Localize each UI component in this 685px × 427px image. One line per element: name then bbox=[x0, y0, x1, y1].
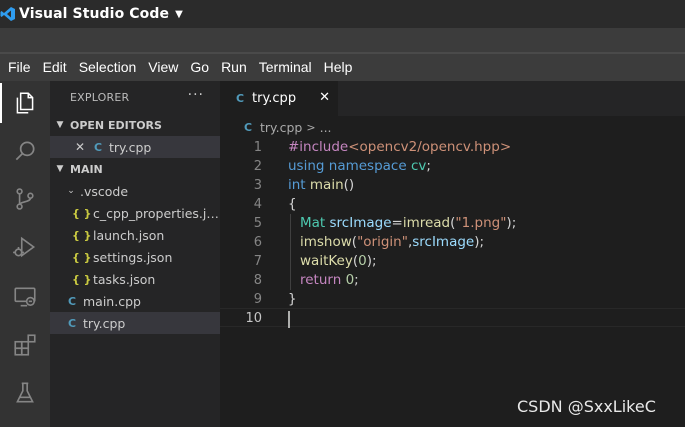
run-debug-icon[interactable] bbox=[0, 227, 50, 267]
explorer-title: EXPLORER bbox=[70, 91, 130, 104]
menu-terminal[interactable]: Terminal bbox=[253, 54, 318, 81]
chevron-right-icon: > bbox=[306, 120, 316, 134]
code-line: 7 waitKey(0); bbox=[220, 252, 685, 271]
file-name: c_cpp_properties.js... bbox=[93, 205, 220, 221]
line-number: 1 bbox=[253, 140, 262, 155]
menu-run[interactable]: Run bbox=[215, 54, 253, 81]
code-line: 4 { bbox=[220, 195, 685, 214]
explorer-sidebar: EXPLORER ··· ▼ OPEN EDITORS ✕ C try.cpp … bbox=[50, 81, 220, 427]
main-folder-section[interactable]: ▼ MAIN bbox=[50, 158, 220, 180]
vscode-logo-icon bbox=[0, 6, 16, 22]
line-number: 8 bbox=[253, 273, 262, 288]
line-number: 4 bbox=[253, 197, 262, 212]
open-editors-label: OPEN EDITORS bbox=[70, 118, 162, 132]
cpp-file-icon: C bbox=[67, 294, 77, 308]
code-text: using namespace cv; bbox=[288, 158, 431, 174]
close-icon[interactable]: ✕ bbox=[70, 140, 90, 154]
extensions-icon[interactable] bbox=[0, 325, 50, 365]
code-line: 5 Mat srcImage=imread("1.png"); bbox=[220, 214, 685, 233]
line-number: 10 bbox=[245, 311, 262, 326]
activity-bar bbox=[0, 81, 50, 427]
code-line: 1 #include<opencv2/opencv.hpp> bbox=[220, 138, 685, 157]
tree-file[interactable]: { } c_cpp_properties.js... bbox=[50, 202, 220, 224]
file-name: tasks.json bbox=[93, 271, 156, 287]
chevron-down-icon: ▼ bbox=[56, 120, 64, 130]
cpp-file-icon: C bbox=[67, 316, 77, 330]
breadcrumb-file[interactable]: try.cpp bbox=[260, 120, 302, 135]
code-text: waitKey(0); bbox=[300, 253, 377, 269]
breadcrumb: C try.cpp > ... bbox=[220, 116, 685, 138]
tree-file[interactable]: C main.cpp bbox=[50, 290, 220, 312]
window-title-bar bbox=[0, 28, 685, 54]
code-editor[interactable]: 1 #include<opencv2/opencv.hpp> 2 using n… bbox=[220, 138, 685, 427]
tab-label: try.cpp bbox=[252, 91, 297, 106]
cpp-file-icon: C bbox=[235, 92, 245, 105]
os-top-bar: Visual Studio Code ▼ bbox=[0, 0, 685, 28]
json-file-icon: { } bbox=[72, 228, 92, 242]
json-file-icon: { } bbox=[72, 272, 92, 286]
code-text: } bbox=[288, 291, 297, 307]
menu-go[interactable]: Go bbox=[184, 54, 215, 81]
chevron-down-icon: ⌄ bbox=[67, 186, 75, 196]
line-number: 6 bbox=[253, 235, 262, 250]
cpp-file-icon: C bbox=[243, 120, 253, 134]
open-editors-section[interactable]: ▼ OPEN EDITORS bbox=[50, 114, 220, 136]
code-line: 3 int main() bbox=[220, 176, 685, 195]
line-number: 9 bbox=[253, 292, 262, 307]
code-text: imshow("origin",srcImage); bbox=[300, 234, 485, 250]
testing-icon[interactable] bbox=[0, 373, 50, 413]
close-icon[interactable]: ✕ bbox=[319, 90, 330, 105]
menu-help[interactable]: Help bbox=[318, 54, 359, 81]
menu-file[interactable]: File bbox=[2, 54, 37, 81]
file-name: settings.json bbox=[93, 249, 173, 265]
more-actions-icon[interactable]: ··· bbox=[188, 87, 204, 103]
code-text: #include<opencv2/opencv.hpp> bbox=[288, 139, 512, 155]
text-cursor bbox=[288, 311, 290, 328]
tree-file[interactable]: { } tasks.json bbox=[50, 268, 220, 290]
line-number: 3 bbox=[253, 178, 262, 193]
tree-file-selected[interactable]: C try.cpp bbox=[50, 312, 220, 334]
code-line: 2 using namespace cv; bbox=[220, 157, 685, 176]
file-name: launch.json bbox=[93, 227, 165, 243]
code-text: return 0; bbox=[300, 272, 359, 288]
file-name: main.cpp bbox=[83, 293, 141, 309]
open-editor-label: try.cpp bbox=[109, 139, 152, 155]
caret-down-icon[interactable]: ▼ bbox=[175, 9, 183, 20]
open-editor-item[interactable]: ✕ C try.cpp bbox=[50, 136, 220, 158]
tab-try-cpp[interactable]: C try.cpp ✕ bbox=[220, 81, 338, 116]
explorer-icon[interactable] bbox=[0, 83, 50, 123]
folder-label: MAIN bbox=[70, 162, 103, 176]
search-icon[interactable] bbox=[0, 131, 50, 171]
tree-file[interactable]: { } launch.json bbox=[50, 224, 220, 246]
explorer-header: EXPLORER ··· bbox=[50, 81, 220, 114]
code-text: int main() bbox=[288, 177, 355, 193]
current-code-line: 10 bbox=[220, 308, 685, 328]
line-number: 5 bbox=[253, 216, 262, 231]
menu-edit[interactable]: Edit bbox=[37, 54, 73, 81]
app-name[interactable]: Visual Studio Code bbox=[19, 6, 169, 22]
json-file-icon: { } bbox=[72, 206, 92, 220]
tree-folder-vscode[interactable]: ⌄ .vscode bbox=[50, 180, 220, 202]
breadcrumb-rest[interactable]: ... bbox=[320, 120, 332, 135]
folder-name: .vscode bbox=[80, 183, 129, 199]
editor-tabs: C try.cpp ✕ bbox=[220, 81, 685, 116]
line-number: 7 bbox=[253, 254, 262, 269]
code-line: 8 return 0; bbox=[220, 271, 685, 290]
menu-view[interactable]: View bbox=[142, 54, 184, 81]
code-text: Mat srcImage=imread("1.png"); bbox=[300, 215, 517, 231]
file-name: try.cpp bbox=[83, 315, 126, 331]
source-control-icon[interactable] bbox=[0, 179, 50, 219]
menu-selection[interactable]: Selection bbox=[73, 54, 143, 81]
remote-explorer-icon[interactable] bbox=[0, 277, 50, 317]
cpp-file-icon: C bbox=[93, 140, 103, 154]
code-line: 6 imshow("origin",srcImage); bbox=[220, 233, 685, 252]
tree-file[interactable]: { } settings.json bbox=[50, 246, 220, 268]
code-line: 9 } bbox=[220, 290, 685, 309]
menu-bar: File Edit Selection View Go Run Terminal… bbox=[0, 54, 685, 81]
watermark: CSDN @SxxLikeC bbox=[517, 397, 656, 416]
line-number: 2 bbox=[253, 159, 262, 174]
code-text: { bbox=[288, 196, 297, 212]
json-file-icon: { } bbox=[72, 250, 92, 264]
chevron-down-icon: ▼ bbox=[56, 164, 64, 174]
